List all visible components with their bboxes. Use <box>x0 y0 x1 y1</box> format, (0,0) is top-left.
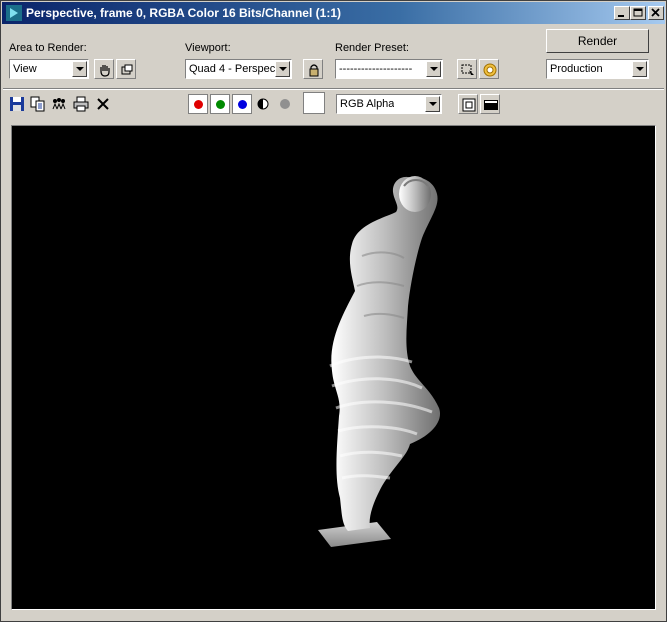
viewport-select[interactable]: Quad 4 - Perspect <box>185 59 292 79</box>
monochrome-icon[interactable] <box>277 96 293 112</box>
edit-region-button[interactable] <box>94 59 114 79</box>
render-mode-select[interactable]: Production <box>546 59 649 79</box>
red-channel-icon <box>194 100 203 109</box>
print-icon[interactable] <box>73 96 89 112</box>
render-mode-value: Production <box>550 63 603 75</box>
background-color-swatch[interactable] <box>303 92 325 114</box>
chevron-down-icon[interactable] <box>425 96 440 112</box>
window-title: Perspective, frame 0, RGBA Color 16 Bits… <box>26 6 341 20</box>
render-setup-icon <box>483 63 497 77</box>
blue-channel-toggle[interactable] <box>232 94 252 114</box>
rendered-image-area[interactable] <box>11 125 656 610</box>
region-select-icon <box>461 64 474 75</box>
close-icon <box>651 8 660 17</box>
app-icon <box>6 5 22 21</box>
alpha-channel-icon[interactable] <box>255 96 271 112</box>
toolbar-separator <box>3 88 664 90</box>
channel-display-icon <box>484 100 498 110</box>
viewport-value: Quad 4 - Perspect <box>189 63 275 75</box>
maximize-button[interactable] <box>630 6 646 20</box>
channel-display-select[interactable]: RGB Alpha <box>336 94 442 114</box>
copy-icon[interactable] <box>30 96 46 112</box>
render-frame-window: Perspective, frame 0, RGBA Color 16 Bits… <box>0 0 667 622</box>
display-channel-button[interactable] <box>480 94 500 114</box>
area-to-render-label: Area to Render: <box>9 42 87 54</box>
close-button[interactable] <box>648 6 664 20</box>
auto-region-button[interactable] <box>116 59 136 79</box>
viewport-label: Viewport: <box>185 42 231 54</box>
render-preset-label: Render Preset: <box>335 42 409 54</box>
channel-display-value: RGB Alpha <box>340 98 395 110</box>
save-icon[interactable] <box>9 96 25 112</box>
hand-icon <box>100 65 110 77</box>
render-preset-select[interactable]: -------------------- <box>335 59 443 79</box>
lock-icon <box>309 64 319 77</box>
toggle-ui-overlay-button[interactable] <box>458 94 478 114</box>
green-channel-icon <box>216 100 225 109</box>
area-to-render-value: View <box>13 63 37 75</box>
blue-channel-icon <box>238 100 247 109</box>
chevron-down-icon[interactable] <box>426 61 441 77</box>
chevron-down-icon[interactable] <box>632 61 647 77</box>
title-bar: Perspective, frame 0, RGBA Color 16 Bits… <box>2 2 665 24</box>
clone-icon[interactable] <box>51 96 67 112</box>
red-channel-toggle[interactable] <box>188 94 208 114</box>
green-channel-toggle[interactable] <box>210 94 230 114</box>
render-button[interactable]: Render <box>546 29 649 53</box>
minimize-icon <box>618 15 624 17</box>
area-to-render-select[interactable]: View <box>9 59 89 79</box>
minimize-button[interactable] <box>614 6 630 20</box>
maximize-icon <box>633 8 643 17</box>
render-preset-value: -------------------- <box>339 63 413 75</box>
render-setup-button[interactable] <box>479 59 499 79</box>
chevron-down-icon[interactable] <box>275 61 290 77</box>
region-select-button[interactable] <box>457 59 477 79</box>
auto-region-icon <box>121 64 133 75</box>
clear-icon[interactable] <box>95 96 111 112</box>
chevron-down-icon[interactable] <box>72 61 87 77</box>
lock-viewport-button[interactable] <box>303 59 323 79</box>
rendered-statue-image <box>318 176 441 547</box>
display-toggle-icon <box>462 98 476 112</box>
